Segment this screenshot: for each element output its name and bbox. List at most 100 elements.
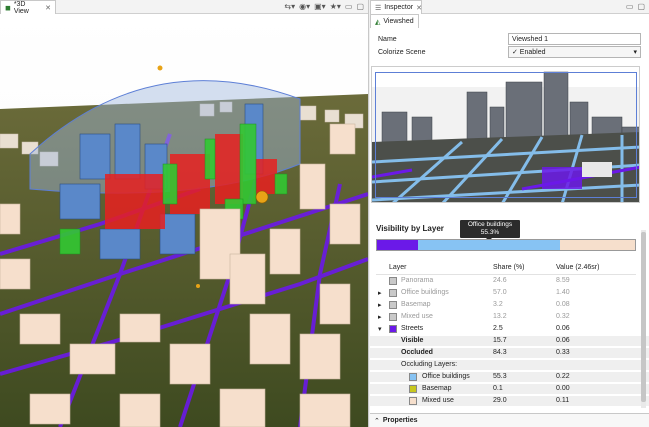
name-field[interactable]: Viewshed 1 — [508, 33, 641, 45]
row-layer-name: Basemap — [401, 301, 431, 308]
tab-3d-view-label: *3D View — [13, 0, 29, 15]
inspector-icon: ☰ — [375, 4, 382, 12]
layer-row[interactable]: ▸ Office buildings 57.0 1.40 — [370, 288, 649, 298]
row-layer-name: Occluded — [401, 349, 433, 356]
maximize-icon[interactable]: ▢ — [637, 2, 645, 11]
table-header: Layer Share (%) Value (2.46sr) — [370, 263, 649, 273]
tab-3d-view[interactable]: ◼ *3D View ✕ — [0, 0, 56, 15]
maximize-icon[interactable]: ▢ — [356, 2, 364, 11]
occluded-row[interactable]: Occluded 84.3 0.33 — [370, 348, 649, 358]
screenshot-icon[interactable]: ▣▾ — [314, 2, 326, 11]
tooltip-value: 55.3% — [480, 229, 500, 236]
row-value: 8.59 — [556, 277, 570, 284]
close-icon[interactable]: ✕ — [416, 4, 422, 12]
row-share: 13.2 — [493, 313, 507, 320]
row-value: 0.22 — [556, 373, 570, 380]
row-value: 0.11 — [556, 397, 570, 404]
3d-view-panel: ◼ *3D View ✕ ⇆▾ ◉▾ ▣▾ ★▾ ▭ ▢ — [0, 0, 369, 427]
row-layer-name: Office buildings — [401, 289, 449, 296]
header-value: Value (2.46sr) — [556, 264, 600, 271]
row-value: 0.06 — [556, 325, 570, 332]
header-layer: Layer — [389, 264, 407, 271]
properties-label: Properties — [382, 417, 418, 424]
row-share: 2.5 — [493, 325, 503, 332]
visibility-bar-segment[interactable] — [377, 240, 418, 250]
row-share: 57.0 — [493, 289, 507, 296]
bar-tooltip: Office buildings 55.3% — [460, 220, 520, 241]
expand-icon[interactable]: ▸ — [378, 301, 382, 309]
layer-color-swatch — [389, 277, 397, 285]
layer-color-swatch — [389, 289, 397, 297]
header-share: Share (%) — [493, 264, 525, 271]
row-share: 0.1 — [493, 385, 503, 392]
inspector-tabbar: ☰ Inspector ✕ ▭ ▢ — [370, 0, 649, 14]
row-value: 1.40 — [556, 289, 570, 296]
row-layer-name: Occluding Layers: — [401, 361, 458, 368]
view-icon: ◼ — [5, 4, 11, 12]
layer-color-swatch — [409, 373, 417, 381]
city-scene-render — [0, 14, 368, 427]
occluding-row[interactable]: Basemap 0.1 0.00 — [370, 384, 649, 394]
preview-selection-frame — [375, 72, 637, 198]
navigation-icon[interactable]: ⇆▾ — [284, 2, 295, 11]
tab-viewshed[interactable]: ◭ Viewshed — [370, 14, 419, 28]
colorize-row: Colorize Scene — [378, 49, 425, 56]
visible-row[interactable]: Visible 15.7 0.06 — [370, 336, 649, 346]
row-share: 3.2 — [493, 301, 503, 308]
close-icon[interactable]: ✕ — [45, 4, 51, 12]
header-divider — [376, 274, 636, 275]
row-layer-name: Mixed use — [401, 313, 433, 320]
row-layer-name: Panorama — [401, 277, 434, 284]
visibility-section-title: Visibility by Layer — [376, 224, 444, 233]
layer-row[interactable]: ▸ Basemap 3.2 0.08 — [370, 300, 649, 310]
row-layer-name: Visible — [401, 337, 424, 344]
minimize-icon[interactable]: ▭ — [626, 2, 634, 11]
occluding-row[interactable]: Mixed use 29.0 0.11 — [370, 396, 649, 406]
layer-color-swatch — [389, 325, 397, 333]
layer-row[interactable]: ▸ Mixed use 13.2 0.32 — [370, 312, 649, 322]
layer-row[interactable]: ▾ Streets 2.5 0.06 — [370, 324, 649, 334]
collapse-icon[interactable]: ▾ — [378, 325, 382, 333]
name-row: Name — [378, 36, 397, 43]
3d-scene-viewport[interactable] — [0, 14, 368, 427]
row-value: 0.06 — [556, 337, 570, 344]
row-share: 55.3 — [493, 373, 507, 380]
expand-icon[interactable]: ▸ — [378, 289, 382, 297]
row-value: 0.08 — [556, 301, 570, 308]
inspector-scrollbar-thumb[interactable] — [641, 232, 646, 402]
properties-section[interactable]: ⌃ Properties — [370, 413, 649, 427]
row-layer-name: Mixed use — [422, 397, 454, 404]
view-toolbar: ⇆▾ ◉▾ ▣▾ ★▾ ▭ ▢ — [284, 2, 364, 11]
row-share: 84.3 — [493, 349, 507, 356]
3d-view-tabbar: ◼ *3D View ✕ ⇆▾ ◉▾ ▣▾ ★▾ ▭ ▢ — [0, 0, 368, 15]
tab-inspector-label: Inspector — [384, 4, 414, 11]
expand-icon[interactable]: ▸ — [378, 313, 382, 321]
expand-icon: ⌃ — [374, 417, 380, 425]
visibility-bar-segment[interactable] — [417, 240, 561, 250]
row-share: 24.6 — [493, 277, 507, 284]
visibility-bar-segment[interactable] — [560, 240, 635, 250]
app-window: ◼ *3D View ✕ ⇆▾ ◉▾ ▣▾ ★▾ ▭ ▢ ☰ Inspector… — [0, 0, 649, 427]
colorize-select[interactable]: ✓ Enabled ▾ — [508, 46, 641, 58]
chevron-down-icon: ▾ — [633, 49, 637, 56]
layer-color-swatch — [409, 385, 417, 393]
tab-inspector[interactable]: ☰ Inspector ✕ — [370, 0, 422, 14]
inspector-toolbar: ▭ ▢ — [626, 2, 645, 11]
row-share: 15.7 — [493, 337, 507, 344]
colorize-label: Colorize Scene — [378, 49, 426, 56]
occluding-header[interactable]: Occluding Layers: — [370, 360, 649, 370]
colorize-select-value: ✓ Enabled — [512, 49, 546, 56]
row-layer-name: Office buildings — [422, 373, 470, 380]
row-layer-name: Streets — [401, 325, 424, 332]
name-label: Name — [378, 36, 397, 43]
layer-row[interactable]: Panorama 24.6 8.59 — [370, 276, 649, 286]
visibility-bar[interactable] — [376, 239, 636, 251]
minimize-icon[interactable]: ▭ — [345, 2, 353, 11]
tooltip-title: Office buildings — [467, 221, 513, 228]
layer-color-swatch — [389, 301, 397, 309]
camera-icon[interactable]: ◉▾ — [299, 2, 310, 11]
occluding-row[interactable]: Office buildings 55.3 0.22 — [370, 372, 649, 382]
bookmark-icon[interactable]: ★▾ — [330, 2, 341, 11]
row-layer-name: Basemap — [422, 385, 452, 392]
row-value: 0.00 — [556, 385, 570, 392]
